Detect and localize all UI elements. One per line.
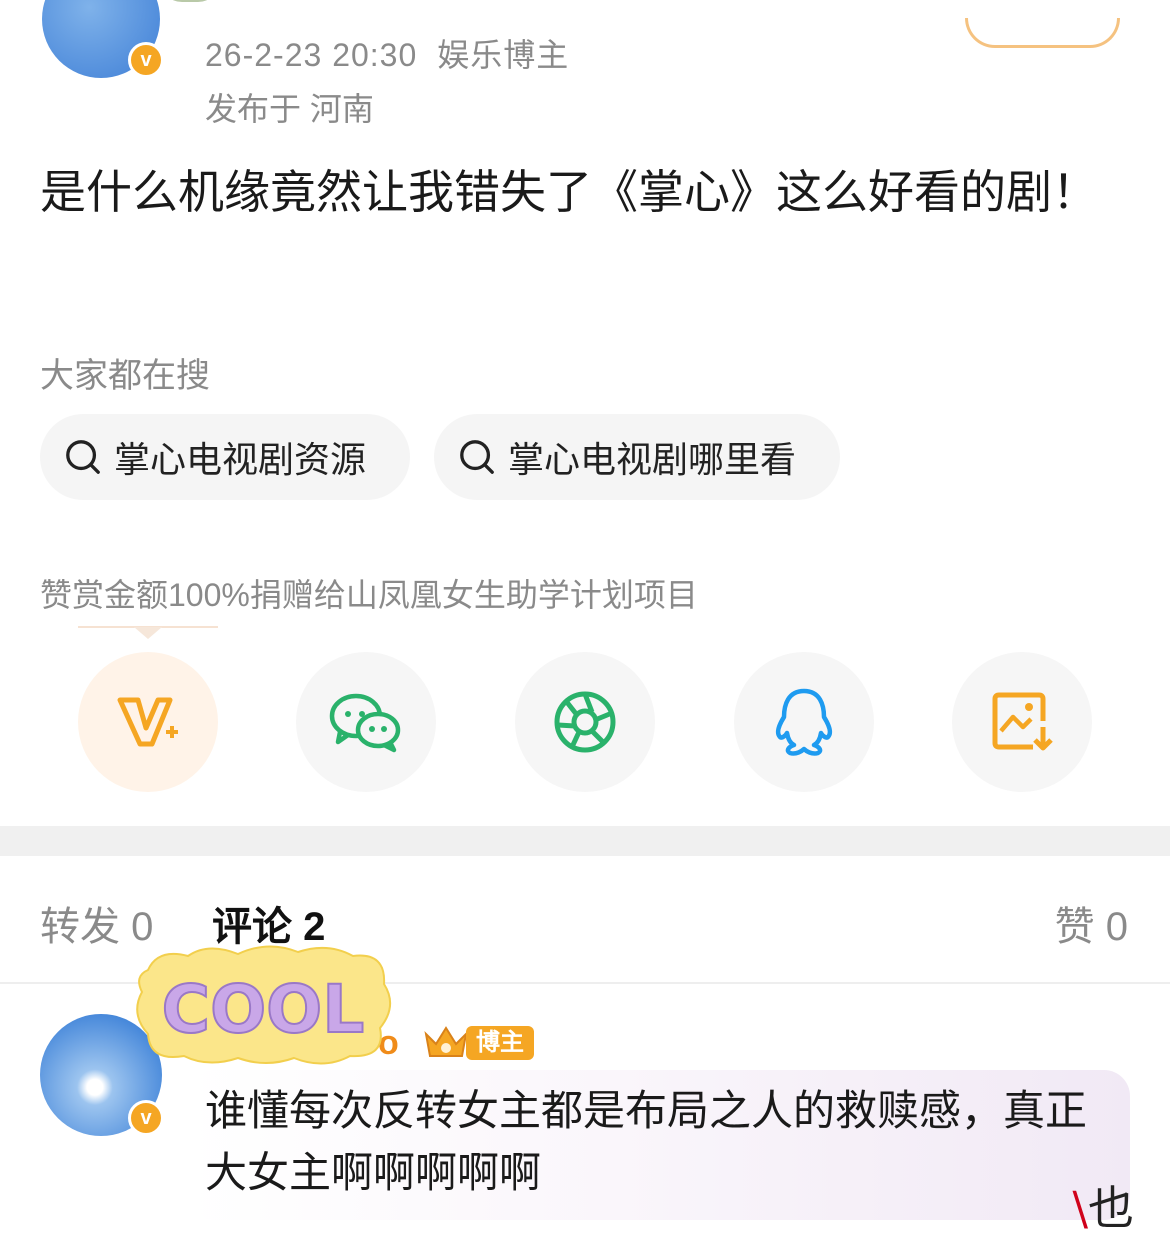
author-avatar[interactable]: v <box>42 0 164 78</box>
search-icon <box>460 440 494 474</box>
blogger-badge: 博主 <box>466 1026 534 1060</box>
post-meta: 26-2-23 20:30 娱乐博主 <box>205 30 569 76</box>
qq-icon <box>775 688 833 756</box>
share-qq-button[interactable] <box>734 652 874 792</box>
verified-badge: v <box>128 1100 164 1136</box>
author-tag: 娱乐博主 <box>437 37 570 73</box>
tooltip-caret <box>78 626 218 639</box>
share-vplus-button[interactable] <box>78 652 218 792</box>
search-chip-2[interactable]: 掌心电视剧哪里看 <box>434 414 840 500</box>
save-image-button[interactable] <box>952 652 1092 792</box>
comment-text: 谁懂每次反转女主都是布局之人的救赎感，真正大女主啊啊啊啊啊 <box>205 1087 1088 1196</box>
share-wechat-button[interactable] <box>296 652 436 792</box>
search-icon <box>66 440 100 474</box>
post-text: 是什么机缘竟然让我错失了《掌心》这么好看的剧！ <box>40 166 1098 218</box>
cool-sticker: COOL <box>136 945 391 1065</box>
share-moments-button[interactable] <box>515 652 655 792</box>
sticker-text: COOL <box>162 971 365 1048</box>
post-timestamp: 26-2-23 20:30 <box>205 37 418 73</box>
crown-icon <box>424 1026 468 1057</box>
partial-avatar-top <box>160 0 220 2</box>
verified-badge: v <box>128 42 164 78</box>
watermark: \也 <box>1072 1181 1135 1235</box>
trending-search-title: 大家都在搜 <box>40 357 210 395</box>
reward-note: 赞赏金额100%捐赠给山凤凰女生助学计划项目 <box>40 577 698 613</box>
search-chip-label: 掌心电视剧哪里看 <box>508 439 797 480</box>
search-chip-label: 掌心电视剧资源 <box>114 439 367 480</box>
save-image-icon <box>992 692 1053 751</box>
moments-icon <box>554 691 616 753</box>
section-divider <box>0 826 1170 856</box>
post-location: 发布于 河南 <box>205 91 374 127</box>
vplus-icon <box>117 697 178 747</box>
follow-button[interactable] <box>965 18 1120 48</box>
tab-like[interactable]: 赞 0 <box>1055 894 1128 952</box>
wechat-icon <box>329 693 401 753</box>
search-chip-1[interactable]: 掌心电视剧资源 <box>40 414 410 500</box>
